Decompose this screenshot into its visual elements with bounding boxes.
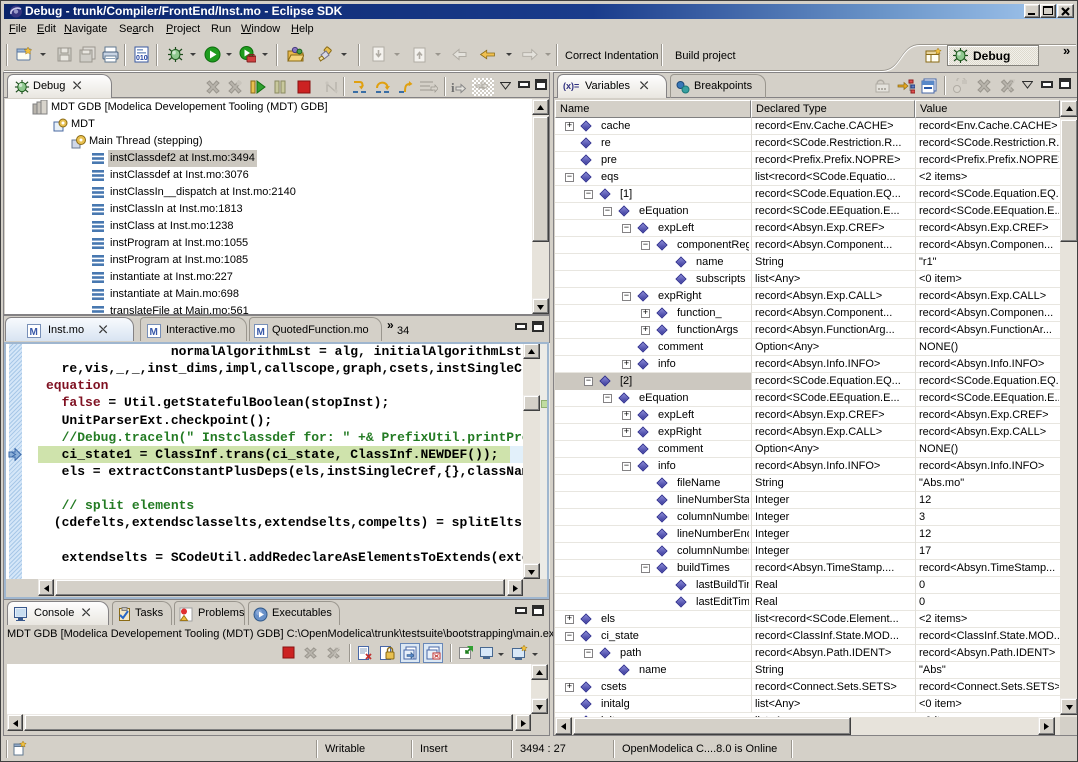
svg-text:M: M <box>30 327 38 338</box>
svg-text:i: i <box>451 80 455 95</box>
svg-text:M: M <box>150 327 158 338</box>
svg-text:010: 010 <box>136 55 148 62</box>
svg-text:M: M <box>257 327 265 338</box>
